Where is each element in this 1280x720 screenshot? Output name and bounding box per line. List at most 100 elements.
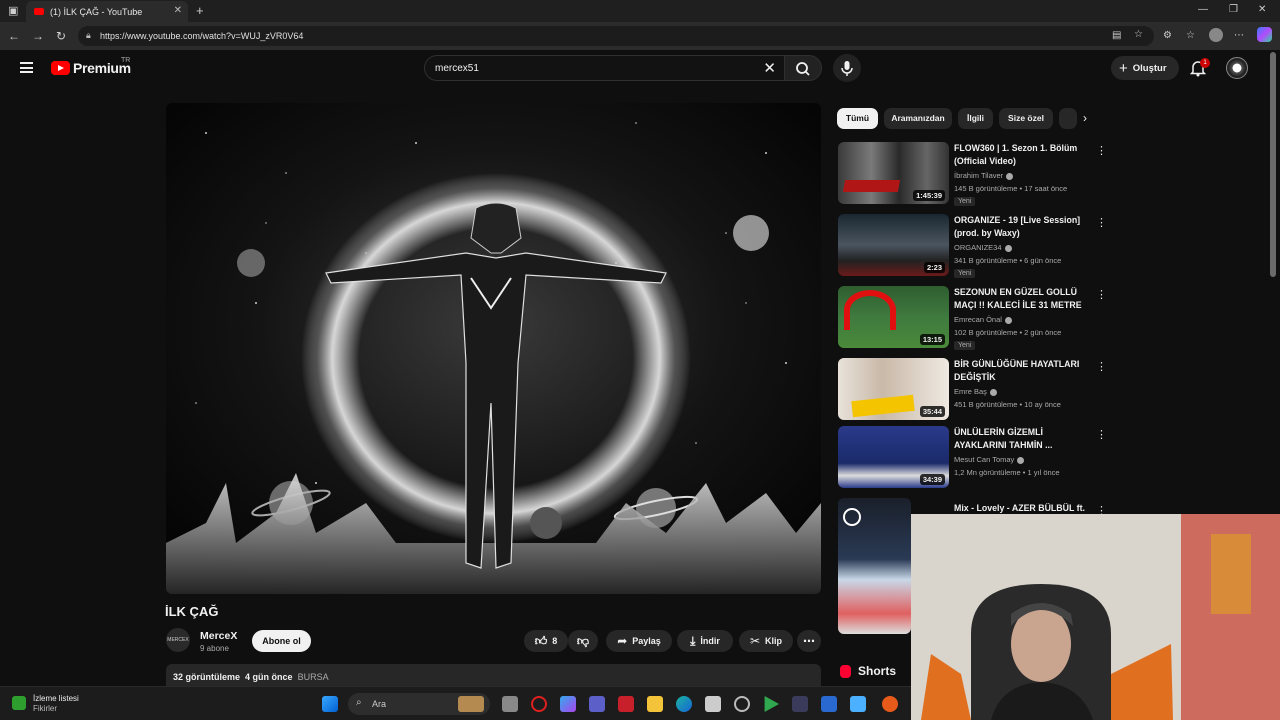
stock-widget-icon (12, 696, 26, 710)
task-view-icon[interactable] (502, 696, 518, 712)
chip-more[interactable] (1059, 108, 1077, 129)
dislike-button[interactable]: 👎︎ (568, 630, 598, 652)
favorite-star-icon[interactable]: ☆ (1134, 29, 1143, 40)
more-actions-button[interactable]: ⋯ (797, 630, 821, 652)
taskbar-search-label: Ara (372, 699, 387, 709)
more-vertical-icon[interactable]: ⋮ (1096, 216, 1107, 229)
app-icon-orange[interactable] (882, 696, 898, 712)
video-title[interactable]: BİR GÜNLÜĞÜNE HAYATLARI DEĞİŞTİK (954, 358, 1090, 383)
share-button[interactable]: ➦ Paylaş (606, 630, 672, 652)
extensions-icon[interactable]: ⚙ (1163, 30, 1172, 41)
channel-name[interactable]: İbrahim Tilaver (954, 171, 1014, 180)
video-thumbnail[interactable]: 34:39 (838, 426, 949, 488)
copilot-app-icon[interactable] (560, 696, 576, 712)
video-title: İLK ÇAĞ (165, 604, 219, 619)
more-vertical-icon[interactable]: ⋮ (1096, 288, 1107, 301)
clip-label: Klip (765, 636, 783, 646)
reader-mode-icon[interactable]: ▤ (1112, 30, 1121, 41)
recommendation-item[interactable]: 2:23 ORGANIZE - 19 [Live Session] (prod.… (838, 214, 1113, 278)
video-title[interactable]: ÜNLÜLERİN GİZEMLİ AYAKLARINI TAHMİN ... (954, 426, 1090, 451)
steam-icon[interactable] (734, 696, 750, 712)
shorts-section-header[interactable]: Shorts (840, 664, 896, 678)
browser-tab[interactable]: (1) İLK ÇAĞ - YouTube ✕ (26, 1, 188, 22)
clip-button[interactable]: ✂ Klip (739, 630, 793, 652)
voice-search-button[interactable] (833, 54, 861, 82)
channel-name[interactable]: MerceX (200, 630, 237, 642)
taskbar-search[interactable]: ⌕ Ara (348, 693, 490, 715)
tab-actions-icon[interactable]: ▣ (8, 4, 18, 17)
chip-from-search[interactable]: Aramanızdan (884, 108, 952, 129)
netflix-icon[interactable] (618, 696, 634, 712)
video-thumbnail[interactable] (838, 498, 911, 634)
video-title[interactable]: FLOW360 | 1. Sezon 1. Bölüm (Official Vi… (954, 142, 1090, 167)
channel-name[interactable]: ORGANIZE34 (954, 243, 1012, 252)
page-scrollbar[interactable] (1270, 52, 1276, 277)
recommendation-item[interactable]: 34:39 ÜNLÜLERİN GİZEMLİ AYAKLARINI TAHMİ… (838, 426, 1113, 490)
video-duration: 13:15 (919, 334, 945, 345)
profile-icon[interactable] (1209, 28, 1223, 42)
minimize-icon[interactable]: — (1198, 4, 1208, 15)
url-text: https://www.youtube.com/watch?v=WUJ_zVR0… (100, 31, 304, 41)
widgets-button[interactable]: İzleme listesi Fikirler (12, 694, 79, 714)
more-vertical-icon[interactable]: ⋮ (1096, 428, 1107, 441)
video-thumbnail[interactable]: 35:44 (838, 358, 949, 420)
file-explorer-icon[interactable] (647, 696, 663, 712)
download-button[interactable]: ⤓ İndir (677, 630, 733, 652)
chip-for-you[interactable]: Size özel (999, 108, 1053, 129)
search-input[interactable]: mercex51 (435, 63, 479, 74)
video-title[interactable]: Mix - Lovely - AZER BÜLBÜL ft. (954, 502, 1090, 515)
recommendation-item[interactable]: 1:45:39 FLOW360 | 1. Sezon 1. Bölüm (Off… (838, 142, 1113, 206)
new-tab-icon[interactable]: + (196, 3, 204, 18)
windows-taskbar: İzleme listesi Fikirler ⌕ Ara (0, 686, 911, 720)
url-bar[interactable]: 🔒︎ https://www.youtube.com/watch?v=WUJ_z… (78, 26, 1154, 46)
close-tab-icon[interactable]: ✕ (174, 5, 182, 16)
windows-start-icon[interactable] (322, 696, 338, 712)
store-icon[interactable] (705, 696, 721, 712)
app-icon[interactable] (792, 696, 808, 712)
close-window-icon[interactable]: ✕ (1258, 4, 1266, 15)
opera-icon[interactable] (531, 696, 547, 712)
video-title[interactable]: SEZONUN EN GÜZEL GOLLÜ MAÇI !! KALECİ İL… (954, 286, 1090, 312)
app-icon-blue[interactable] (821, 696, 837, 712)
back-icon[interactable]: ← (8, 29, 20, 43)
channel-name[interactable]: Mesut Can Tomay (954, 455, 1025, 464)
more-icon[interactable]: ⋯ (1234, 30, 1244, 41)
teams-icon[interactable] (589, 696, 605, 712)
subscribe-button[interactable]: Abone ol (252, 630, 311, 652)
channel-name[interactable]: Emrecan Önal (954, 315, 1012, 324)
account-avatar[interactable] (1226, 57, 1248, 79)
youtube-logo[interactable]: Premium TR (51, 57, 131, 76)
more-vertical-icon[interactable]: ⋮ (1096, 360, 1107, 373)
copilot-icon[interactable] (1257, 27, 1272, 42)
youtube-header: Premium TR mercex51 ✕ + Oluştur 1 (0, 50, 1280, 86)
video-player[interactable] (166, 103, 821, 594)
chip-all[interactable]: Tümü (837, 108, 878, 129)
video-title[interactable]: ORGANIZE - 19 [Live Session] (prod. by W… (954, 214, 1090, 239)
clear-search-icon[interactable]: ✕ (763, 59, 776, 77)
video-thumbnail[interactable]: 13:15 (838, 286, 949, 348)
video-thumbnail[interactable]: 1:45:39 (838, 142, 949, 204)
create-button[interactable]: + Oluştur (1111, 56, 1179, 80)
recommendation-item[interactable]: 13:15 SEZONUN EN GÜZEL GOLLÜ MAÇI !! KAL… (838, 286, 1113, 350)
refresh-icon[interactable]: ↻ (56, 29, 66, 43)
forward-icon[interactable]: → (32, 29, 44, 43)
channel-avatar[interactable]: MERCEX (166, 628, 190, 652)
favorites-icon[interactable]: ☆ (1186, 30, 1195, 41)
recommendation-item[interactable]: 35:44 BİR GÜNLÜĞÜNE HAYATLARI DEĞİŞTİK E… (838, 358, 1113, 422)
menu-icon[interactable] (20, 62, 33, 73)
maximize-icon[interactable]: ❐ (1229, 4, 1238, 15)
app-icon-lightblue[interactable] (850, 696, 866, 712)
tab-title: (1) İLK ÇAĞ - YouTube (50, 6, 143, 17)
chevron-right-icon[interactable]: › (1083, 111, 1087, 125)
video-thumbnail[interactable]: 2:23 (838, 214, 949, 276)
search-box[interactable]: mercex51 ✕ (424, 55, 784, 81)
more-vertical-icon[interactable]: ⋮ (1096, 144, 1107, 157)
like-button[interactable]: 👍︎ 8 (524, 630, 568, 652)
edge-icon[interactable] (676, 696, 692, 712)
chip-related[interactable]: İlgili (958, 108, 993, 129)
lock-icon[interactable]: 🔒︎ (86, 30, 91, 41)
download-icon: ⤓ (690, 633, 696, 648)
search-button[interactable] (784, 55, 822, 81)
media-player-icon[interactable] (764, 696, 779, 712)
channel-name[interactable]: Emre Baş (954, 387, 997, 396)
